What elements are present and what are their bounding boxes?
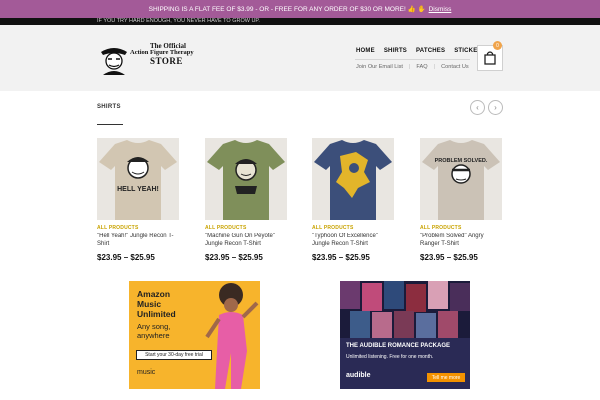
- product-price: $23.95 – $25.95: [97, 253, 155, 262]
- subnav-separator: |: [433, 64, 436, 70]
- tshirt-graphic: [99, 140, 177, 220]
- main-nav: HOME SHIRTS PATCHES STICKERS: [356, 48, 486, 54]
- chevron-left-icon: ‹: [476, 103, 479, 112]
- top-tagline-strip: IF YOU TRY HARD ENOUGH, YOU NEVER HAVE T…: [0, 18, 600, 25]
- dancing-woman-illustration: [205, 283, 259, 389]
- product-category[interactable]: ALL PRODUCTS: [205, 225, 287, 231]
- product-image[interactable]: HELL YEAH!: [97, 138, 179, 220]
- tshirt-graphic: [314, 140, 392, 220]
- carousel-prev-button[interactable]: ‹: [470, 100, 485, 115]
- ad-title: Amazon Music Unlimited: [137, 289, 176, 319]
- product-name[interactable]: "Hell Yeah!" Jungle Recon T-Shirt: [97, 233, 179, 249]
- tshirt-graphic: [207, 140, 285, 220]
- amazon-music-ad[interactable]: Amazon Music Unlimited Any song, anywher…: [129, 281, 260, 389]
- logo-wordmark: The Official Action Figure Therapy STORE: [130, 42, 194, 67]
- product-price: $23.95 – $25.95: [205, 253, 263, 262]
- nav-item-shirts[interactable]: SHIRTS: [384, 48, 407, 54]
- section-underline: [97, 124, 123, 125]
- product-image[interactable]: [205, 138, 287, 220]
- ad-tagline: Unlimited listening. Free for one month.: [346, 354, 434, 360]
- chevron-right-icon: ›: [494, 103, 497, 112]
- carousel-next-button[interactable]: ›: [488, 100, 503, 115]
- secondary-nav: Join Our Email List | FAQ | Contact Us: [356, 64, 469, 70]
- ad-brand: audible: [346, 372, 371, 379]
- cart-count-badge: 0: [493, 41, 502, 50]
- section-title: SHIRTS: [97, 104, 121, 110]
- shipping-notice-bar: SHIPPING IS A FLAT FEE OF $3.99 - OR - F…: [0, 0, 600, 18]
- product-category[interactable]: ALL PRODUCTS: [97, 225, 179, 231]
- logo-line-3: STORE: [150, 56, 183, 67]
- product-image[interactable]: PROBLEM SOLVED.: [420, 138, 502, 220]
- notice-text: SHIPPING IS A FLAT FEE OF $3.99 - OR - F…: [148, 6, 426, 13]
- product-name[interactable]: "Problem Solved" Angry Ranger T-Shirt: [420, 233, 502, 249]
- shirt-print-text: HELL YEAH!: [117, 186, 159, 193]
- ad-brand: music: [137, 369, 156, 376]
- product-name[interactable]: "Typhoon Of Excellence" Jungle Recon T-S…: [312, 233, 394, 249]
- product-card[interactable]: PROBLEM SOLVED. ALL PRODUCTS "Problem So…: [420, 138, 502, 262]
- subnav-separator: |: [408, 64, 411, 70]
- product-category[interactable]: ALL PRODUCTS: [420, 225, 502, 231]
- site-header: The Official Action Figure Therapy STORE…: [0, 25, 600, 91]
- site-logo[interactable]: The Official Action Figure Therapy STORE: [97, 41, 212, 77]
- nav-item-home[interactable]: HOME: [356, 48, 375, 54]
- product-card[interactable]: HELL YEAH! ALL PRODUCTS "Hell Yeah!" Jun…: [97, 138, 179, 262]
- tshirt-graphic: [422, 140, 500, 220]
- subnav-contact[interactable]: Contact Us: [441, 64, 469, 70]
- subnav-faq[interactable]: FAQ: [416, 64, 427, 70]
- product-card[interactable]: ALL PRODUCTS "Typhoon Of Excellence" Jun…: [312, 138, 394, 262]
- ad-tagline: Any song, anywhere: [137, 322, 171, 340]
- nav-divider: [355, 59, 470, 60]
- product-price: $23.95 – $25.95: [312, 253, 370, 262]
- product-image[interactable]: [312, 138, 394, 220]
- ad-title: THE AUDIBLE ROMANCE PACKAGE: [346, 343, 451, 349]
- subnav-email-list[interactable]: Join Our Email List: [356, 64, 403, 70]
- product-card[interactable]: ALL PRODUCTS "Machine Gun On Peyote" Jun…: [205, 138, 287, 262]
- product-price: $23.95 – $25.95: [420, 253, 478, 262]
- product-name[interactable]: "Machine Gun On Peyote" Jungle Recon T-S…: [205, 233, 287, 249]
- ad-cta-button[interactable]: Tell me more: [427, 373, 465, 382]
- dismiss-link[interactable]: Dismiss: [429, 6, 452, 13]
- product-category[interactable]: ALL PRODUCTS: [312, 225, 394, 231]
- book-covers-collage: [340, 281, 470, 338]
- audible-ad[interactable]: THE AUDIBLE ROMANCE PACKAGE Unlimited li…: [340, 281, 470, 389]
- soldier-mascot-icon: [101, 48, 127, 75]
- shirt-print-text: PROBLEM SOLVED.: [434, 158, 488, 164]
- nav-item-patches[interactable]: PATCHES: [416, 48, 445, 54]
